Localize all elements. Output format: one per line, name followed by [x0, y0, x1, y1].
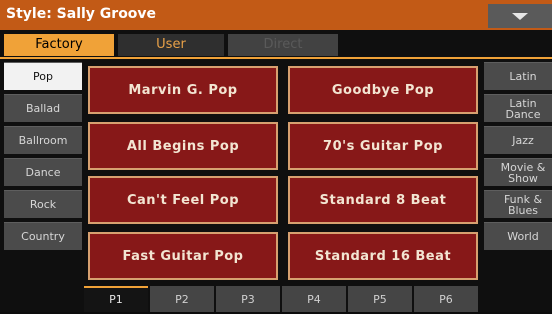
chevron-down-icon: [512, 13, 528, 20]
page-tab-p5[interactable]: P5: [348, 286, 412, 312]
style-button-marvin-g-pop[interactable]: Marvin G. Pop: [88, 66, 278, 114]
style-button-cant-feel-pop[interactable]: Can't Feel Pop: [88, 176, 278, 224]
category-dance[interactable]: Dance: [4, 158, 82, 186]
category-label: Latin Dance: [505, 96, 541, 121]
page-tab-p1[interactable]: P1: [84, 286, 148, 312]
page-tab-p2[interactable]: P2: [150, 286, 214, 312]
page-tab-p3[interactable]: P3: [216, 286, 280, 312]
category-ballad[interactable]: Ballad: [4, 94, 82, 122]
style-button-fast-guitar-pop[interactable]: Fast Guitar Pop: [88, 232, 278, 280]
page-tab-p4[interactable]: P4: [282, 286, 346, 312]
category-label: Movie & Show: [500, 160, 546, 185]
category-latin[interactable]: Latin: [484, 62, 552, 90]
category-latin-dance[interactable]: Latin Dance: [484, 94, 552, 122]
page-menu-button[interactable]: [488, 4, 552, 28]
category-funk-blues[interactable]: Funk & Blues: [484, 190, 552, 218]
category-movie-show[interactable]: Movie & Show: [484, 158, 552, 186]
category-country[interactable]: Country: [4, 222, 82, 250]
style-button-goodbye-pop[interactable]: Goodbye Pop: [288, 66, 478, 114]
style-button-standard-16-beat[interactable]: Standard 16 Beat: [288, 232, 478, 280]
bank-tab-user[interactable]: User: [118, 34, 224, 56]
category-world[interactable]: World: [484, 222, 552, 250]
category-jazz[interactable]: Jazz: [484, 126, 552, 154]
category-label: Funk & Blues: [503, 192, 543, 217]
style-button-standard-8-beat[interactable]: Standard 8 Beat: [288, 176, 478, 224]
category-rock[interactable]: Rock: [4, 190, 82, 218]
page-title: Style: Sally Groove: [6, 6, 157, 22]
style-button-70s-guitar-pop[interactable]: 70's Guitar Pop: [288, 122, 478, 170]
bank-tab-factory[interactable]: Factory: [4, 34, 114, 56]
category-ballroom[interactable]: Ballroom: [4, 126, 82, 154]
tab-divider: [0, 57, 552, 59]
page-tab-p6[interactable]: P6: [414, 286, 478, 312]
category-pop[interactable]: Pop: [4, 62, 82, 90]
style-select-screen: Style: Sally Groove Factory User Direct …: [0, 0, 552, 312]
bank-tab-direct[interactable]: Direct: [228, 34, 338, 56]
style-button-all-begins-pop[interactable]: All Begins Pop: [88, 122, 278, 170]
style-grid: Marvin G. Pop Goodbye Pop All Begins Pop…: [88, 62, 480, 284]
title-bar: Style: Sally Groove: [0, 0, 552, 30]
